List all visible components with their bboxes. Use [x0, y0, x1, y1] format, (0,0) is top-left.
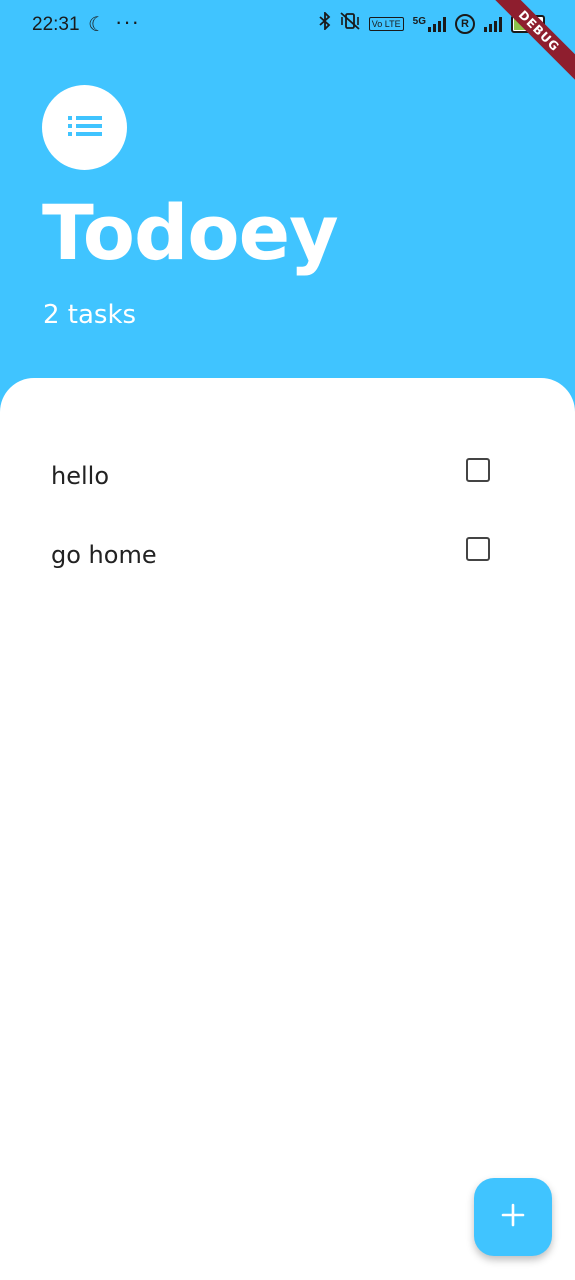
- task-count: 2 tasks: [43, 300, 137, 330]
- list-icon: [67, 115, 102, 141]
- status-bar: 22:31 ☾ ··· Vo LTE 5G R 61: [0, 0, 575, 52]
- task-item[interactable]: go home: [0, 527, 575, 587]
- add-task-button[interactable]: [474, 1178, 552, 1256]
- task-list-sheet: hello go home: [0, 378, 575, 1280]
- menu-button[interactable]: [42, 85, 127, 170]
- roaming-icon: R: [455, 13, 475, 34]
- volte-icon: Vo LTE: [368, 16, 404, 31]
- task-checkbox[interactable]: [466, 537, 490, 561]
- more-dots-icon: ···: [115, 9, 140, 34]
- bluetooth-icon: [319, 10, 331, 35]
- plus-icon: [501, 1203, 525, 1231]
- app-title: Todoey: [42, 188, 339, 277]
- network-5g-label: 5G: [412, 15, 426, 27]
- signal-5g-icon: 5G: [413, 16, 446, 32]
- vibrate-off-icon: [340, 12, 360, 35]
- task-checkbox[interactable]: [466, 458, 490, 482]
- moon-icon: ☾: [88, 14, 106, 36]
- task-item[interactable]: hello: [0, 448, 575, 508]
- signal-icon: [484, 16, 502, 32]
- status-time: 22:31: [32, 14, 80, 35]
- task-title: go home: [51, 541, 157, 569]
- task-title: hello: [51, 462, 109, 490]
